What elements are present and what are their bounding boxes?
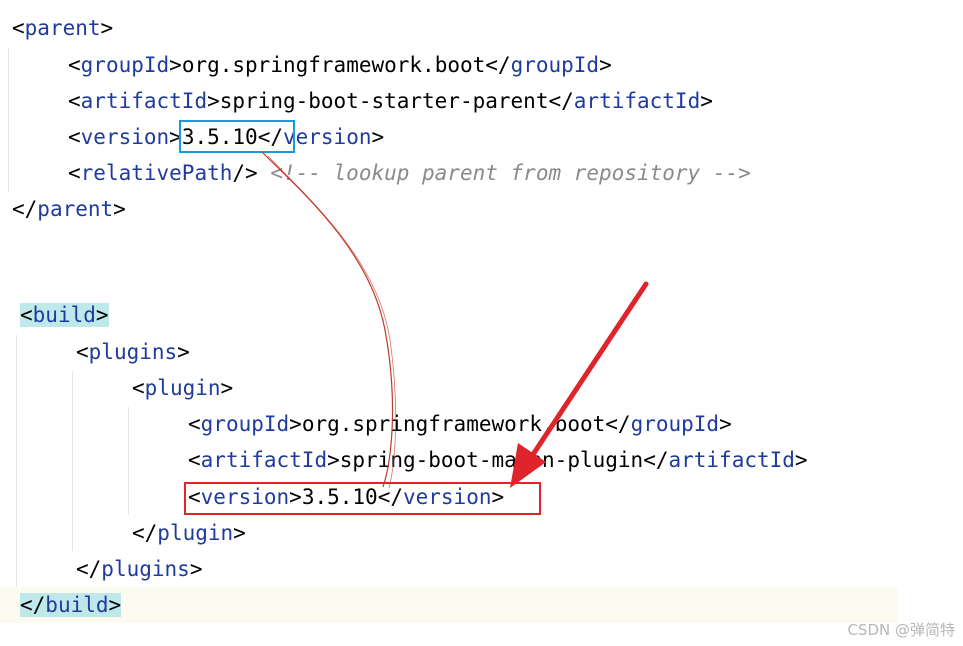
csdn-watermark: CSDN @弹简特 — [847, 621, 955, 639]
hand-drawn-connector-line — [267, 155, 397, 489]
annotation-arrows — [261, 151, 649, 489]
red-arrow-line — [529, 281, 649, 459]
red-arrow-head — [510, 443, 546, 488]
hand-drawn-connector-line — [261, 151, 394, 488]
